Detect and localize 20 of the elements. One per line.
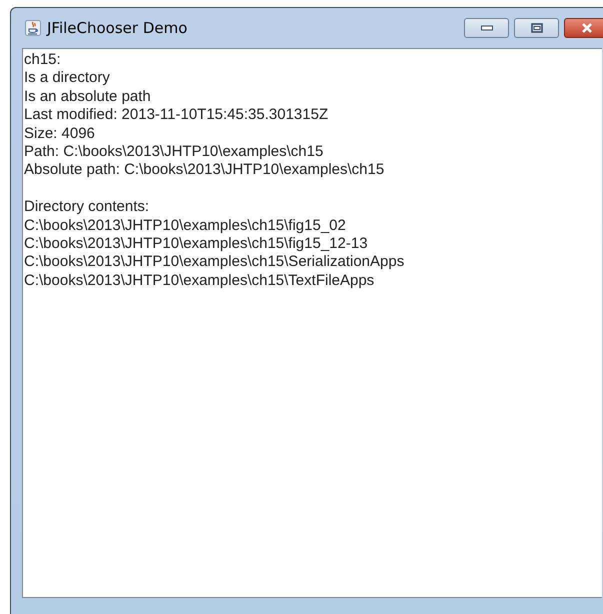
text-line: C:\books\2013\JHTP10\examples\ch15\SerializationApps <box>24 253 404 272</box>
text-line: Is a directory <box>24 69 110 88</box>
text-line: Last modified: 2013-11-10T15:45:35.301315Z <box>24 106 328 125</box>
close-icon <box>580 23 594 33</box>
minimize-button[interactable] <box>464 18 509 38</box>
maximize-button[interactable] <box>514 18 559 38</box>
coffee-cup-icon <box>25 20 41 36</box>
text-line: Size: 4096 <box>24 124 95 144</box>
text-line: Is an absolute path <box>24 88 151 106</box>
text-line: Absolute path: C:\books\2013\JHTP10\examples\ch15 <box>24 161 384 180</box>
text-line: C:\books\2013\JHTP10\examples\ch15\fig15_12-13 <box>24 235 368 254</box>
minimize-icon <box>480 25 492 31</box>
close-button[interactable] <box>564 18 603 38</box>
maximize-icon <box>530 23 542 33</box>
text-line: ch15: <box>24 51 61 70</box>
text-line: C:\books\2013\JHTP10\examples\ch15\TextFileApps <box>24 272 374 290</box>
text-line: C:\books\2013\JHTP10\examples\ch15\fig15_02 <box>24 216 346 236</box>
text-line: Path: C:\books\2013\JHTP10\examples\ch15 <box>24 143 324 162</box>
text-line: Directory contents: <box>24 198 150 217</box>
window-title: JFileChooser Demo <box>47 19 188 37</box>
